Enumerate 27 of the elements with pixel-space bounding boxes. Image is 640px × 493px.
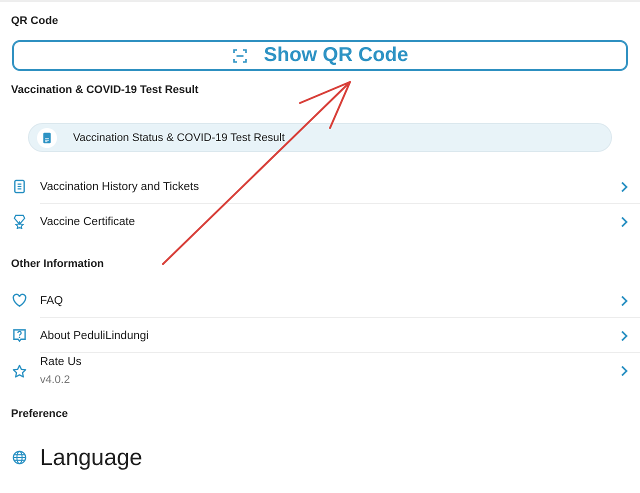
award-icon <box>12 214 27 229</box>
globe-icon <box>12 450 27 464</box>
menu-item[interactable]: FAQ <box>0 283 640 318</box>
item-label: Language <box>40 444 144 470</box>
menu-item[interactable]: Rate Us v4.0.2 <box>0 353 640 389</box>
menu-item[interactable]: Vaccination History and Tickets <box>0 169 640 204</box>
scan-icon <box>232 48 248 64</box>
item-label: Rate Us <box>40 356 83 368</box>
section-heading: Vaccination & COVID-19 Test Result <box>10 83 200 97</box>
menu-item[interactable]: Vaccine Certificate <box>0 204 640 239</box>
menu-item[interactable]: Language <box>0 433 640 481</box>
item-label: FAQ <box>40 294 64 306</box>
vaccination-status-banner[interactable]: Vaccination Status & COVID-19 Test Result <box>28 123 612 152</box>
item-label: Vaccination History and Tickets <box>40 180 200 192</box>
heart-icon <box>12 293 27 308</box>
section-heading: Preference <box>10 407 69 422</box>
help-icon <box>12 328 27 343</box>
document-icon <box>12 179 27 194</box>
version-text: v4.0.2 <box>40 374 71 386</box>
banner-label: Vaccination Status & COVID-19 Test Result <box>73 132 285 144</box>
menu-item[interactable]: About PeduliLindungi <box>0 318 640 353</box>
star-icon <box>12 364 27 378</box>
item-label: About PeduliLindungi <box>40 330 150 342</box>
section-heading: QR Code <box>10 14 60 28</box>
card-icon <box>37 128 57 148</box>
item-label: Vaccine Certificate <box>40 216 136 228</box>
section-heading: Other Information <box>10 257 105 272</box>
